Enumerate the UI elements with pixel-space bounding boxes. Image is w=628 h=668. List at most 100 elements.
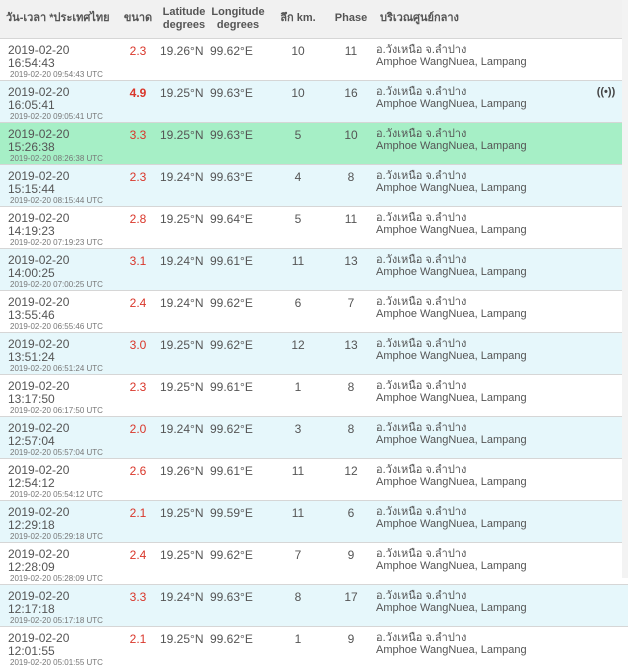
location-thai: อ.วังเหนือ จ.ลำปาง bbox=[376, 169, 467, 182]
longitude-cell: 99.63°E bbox=[210, 589, 253, 604]
location-thai: อ.วังเหนือ จ.ลำปาง bbox=[376, 631, 467, 644]
location-english: Amphoe WangNuea, Lampang bbox=[376, 391, 527, 404]
location-thai: อ.วังเหนือ จ.ลำปาง bbox=[376, 547, 467, 560]
phase-cell: 8 bbox=[347, 169, 355, 184]
datetime-cell: 2019-02-20 12:17:18 2019-02-20 05:17:18 U… bbox=[0, 584, 116, 626]
magnitude-cell: 2.1 bbox=[129, 631, 147, 646]
location-english: Amphoe WangNuea, Lampang bbox=[376, 181, 527, 194]
location-thai: อ.วังเหนือ จ.ลำปาง bbox=[376, 589, 467, 602]
phase-cell: 6 bbox=[347, 505, 355, 520]
phase-cell: 11 bbox=[344, 211, 358, 226]
datetime-local: 2019-02-20 15:26:38 bbox=[8, 126, 70, 154]
datetime-cell: 2019-02-20 16:54:43 2019-02-20 09:54:43 U… bbox=[0, 38, 116, 80]
location-english: Amphoe WangNuea, Lampang bbox=[376, 517, 527, 530]
phase-cell: 8 bbox=[347, 421, 355, 436]
depth-cell: 11 bbox=[291, 253, 305, 268]
datetime-local: 2019-02-20 12:28:09 bbox=[8, 546, 70, 574]
latitude-cell: 19.25°N bbox=[160, 337, 204, 352]
table-row[interactable]: 2019-02-20 15:15:44 2019-02-20 08:15:44 U… bbox=[0, 164, 628, 206]
datetime-local: 2019-02-20 12:17:18 bbox=[8, 588, 70, 616]
longitude-cell: 99.62°E bbox=[210, 631, 253, 646]
datetime-local: 2019-02-20 16:05:41 bbox=[8, 84, 70, 112]
depth-cell: 1 bbox=[294, 631, 302, 646]
icon-cell bbox=[584, 584, 628, 626]
scrollbar[interactable] bbox=[622, 0, 628, 578]
icon-cell bbox=[584, 626, 628, 668]
location-thai: อ.วังเหนือ จ.ลำปาง bbox=[376, 505, 467, 518]
phase-cell: 16 bbox=[344, 85, 358, 100]
location-thai: อ.วังเหนือ จ.ลำปาง bbox=[376, 463, 467, 476]
depth-cell: 6 bbox=[294, 295, 302, 310]
location-cell: อ.วังเหนือ จ.ลำปาง Amphoe WangNuea, Lampa… bbox=[374, 416, 584, 458]
header-datetime[interactable]: วัน-เวลา *ประเทศไทย bbox=[0, 0, 116, 38]
latitude-cell: 19.25°N bbox=[160, 505, 204, 520]
datetime-local: 2019-02-20 13:55:46 bbox=[8, 294, 70, 322]
location-thai: อ.วังเหนือ จ.ลำปาง bbox=[376, 379, 467, 392]
latitude-cell: 19.24°N bbox=[160, 295, 204, 310]
location-cell: อ.วังเหนือ จ.ลำปาง Amphoe WangNuea, Lampa… bbox=[374, 164, 584, 206]
location-cell: อ.วังเหนือ จ.ลำปาง Amphoe WangNuea, Lampa… bbox=[374, 458, 584, 500]
location-thai: อ.วังเหนือ จ.ลำปาง bbox=[376, 211, 467, 224]
location-cell: อ.วังเหนือ จ.ลำปาง Amphoe WangNuea, Lampa… bbox=[374, 374, 584, 416]
phase-cell: 13 bbox=[344, 337, 358, 352]
longitude-cell: 99.61°E bbox=[210, 463, 253, 478]
location-english: Amphoe WangNuea, Lampang bbox=[376, 139, 527, 152]
location-thai: อ.วังเหนือ จ.ลำปาง bbox=[376, 421, 467, 434]
datetime-cell: 2019-02-20 16:05:41 2019-02-20 09:05:41 U… bbox=[0, 80, 116, 122]
magnitude-cell: 4.9 bbox=[129, 85, 147, 100]
location-cell: อ.วังเหนือ จ.ลำปาง Amphoe WangNuea, Lampa… bbox=[374, 626, 584, 668]
table-row[interactable]: 2019-02-20 16:05:41 2019-02-20 09:05:41 U… bbox=[0, 80, 628, 122]
depth-cell: 1 bbox=[294, 379, 302, 394]
datetime-utc: 2019-02-20 07:19:23 UTC bbox=[10, 237, 103, 247]
longitude-cell: 99.61°E bbox=[210, 379, 253, 394]
table-row[interactable]: 2019-02-20 12:17:18 2019-02-20 05:17:18 U… bbox=[0, 584, 628, 626]
table-row[interactable]: 2019-02-20 13:17:50 2019-02-20 06:17:50 U… bbox=[0, 374, 628, 416]
location-thai: อ.วังเหนือ จ.ลำปาง bbox=[376, 337, 467, 350]
depth-cell: 4 bbox=[294, 169, 302, 184]
latitude-cell: 19.25°N bbox=[160, 127, 204, 142]
phase-cell: 17 bbox=[344, 589, 358, 604]
table-row[interactable]: 2019-02-20 12:57:04 2019-02-20 05:57:04 U… bbox=[0, 416, 628, 458]
header-magnitude[interactable]: ขนาด bbox=[116, 0, 160, 38]
earthquake-table: วัน-เวลา *ประเทศไทย ขนาด Latitude degree… bbox=[0, 0, 628, 668]
longitude-cell: 99.64°E bbox=[210, 211, 253, 226]
location-english: Amphoe WangNuea, Lampang bbox=[376, 307, 527, 320]
location-english: Amphoe WangNuea, Lampang bbox=[376, 55, 527, 68]
location-english: Amphoe WangNuea, Lampang bbox=[376, 97, 527, 110]
datetime-cell: 2019-02-20 12:57:04 2019-02-20 05:57:04 U… bbox=[0, 416, 116, 458]
location-thai: อ.วังเหนือ จ.ลำปาง bbox=[376, 85, 467, 98]
header-depth[interactable]: ลึก km. bbox=[268, 0, 328, 38]
datetime-cell: 2019-02-20 15:15:44 2019-02-20 08:15:44 U… bbox=[0, 164, 116, 206]
table-row[interactable]: 2019-02-20 12:01:55 2019-02-20 05:01:55 U… bbox=[0, 626, 628, 668]
magnitude-cell: 2.3 bbox=[129, 169, 147, 184]
longitude-cell: 99.62°E bbox=[210, 421, 253, 436]
table-row[interactable]: 2019-02-20 15:26:38 2019-02-20 08:26:38 U… bbox=[0, 122, 628, 164]
latitude-cell: 19.24°N bbox=[160, 589, 204, 604]
table-row[interactable]: 2019-02-20 16:54:43 2019-02-20 09:54:43 U… bbox=[0, 38, 628, 80]
location-cell: อ.วังเหนือ จ.ลำปาง Amphoe WangNuea, Lampa… bbox=[374, 584, 584, 626]
header-location[interactable]: บริเวณศูนย์กลาง bbox=[374, 0, 584, 38]
table-row[interactable]: 2019-02-20 12:54:12 2019-02-20 05:54:12 U… bbox=[0, 458, 628, 500]
table-row[interactable]: 2019-02-20 14:19:23 2019-02-20 07:19:23 U… bbox=[0, 206, 628, 248]
phase-cell: 9 bbox=[347, 631, 355, 646]
table-row[interactable]: 2019-02-20 13:51:24 2019-02-20 06:51:24 U… bbox=[0, 332, 628, 374]
location-cell: อ.วังเหนือ จ.ลำปาง Amphoe WangNuea, Lampa… bbox=[374, 122, 584, 164]
longitude-cell: 99.62°E bbox=[210, 295, 253, 310]
header-latitude[interactable]: Latitude degrees bbox=[160, 0, 208, 38]
latitude-cell: 19.25°N bbox=[160, 211, 204, 226]
table-row[interactable]: 2019-02-20 13:55:46 2019-02-20 06:55:46 U… bbox=[0, 290, 628, 332]
header-phase[interactable]: Phase bbox=[328, 0, 374, 38]
depth-cell: 8 bbox=[294, 589, 302, 604]
depth-cell: 10 bbox=[291, 43, 305, 58]
depth-cell: 5 bbox=[294, 211, 302, 226]
datetime-local: 2019-02-20 13:51:24 bbox=[8, 336, 70, 364]
table-row[interactable]: 2019-02-20 12:29:18 2019-02-20 05:29:18 U… bbox=[0, 500, 628, 542]
header-longitude[interactable]: Longitude degrees bbox=[208, 0, 268, 38]
datetime-cell: 2019-02-20 12:29:18 2019-02-20 05:29:18 U… bbox=[0, 500, 116, 542]
phase-cell: 7 bbox=[347, 295, 355, 310]
longitude-cell: 99.63°E bbox=[210, 169, 253, 184]
table-body: 2019-02-20 16:54:43 2019-02-20 09:54:43 U… bbox=[0, 38, 628, 668]
table-row[interactable]: 2019-02-20 14:00:25 2019-02-20 07:00:25 U… bbox=[0, 248, 628, 290]
depth-cell: 5 bbox=[294, 127, 302, 142]
depth-cell: 10 bbox=[291, 85, 305, 100]
